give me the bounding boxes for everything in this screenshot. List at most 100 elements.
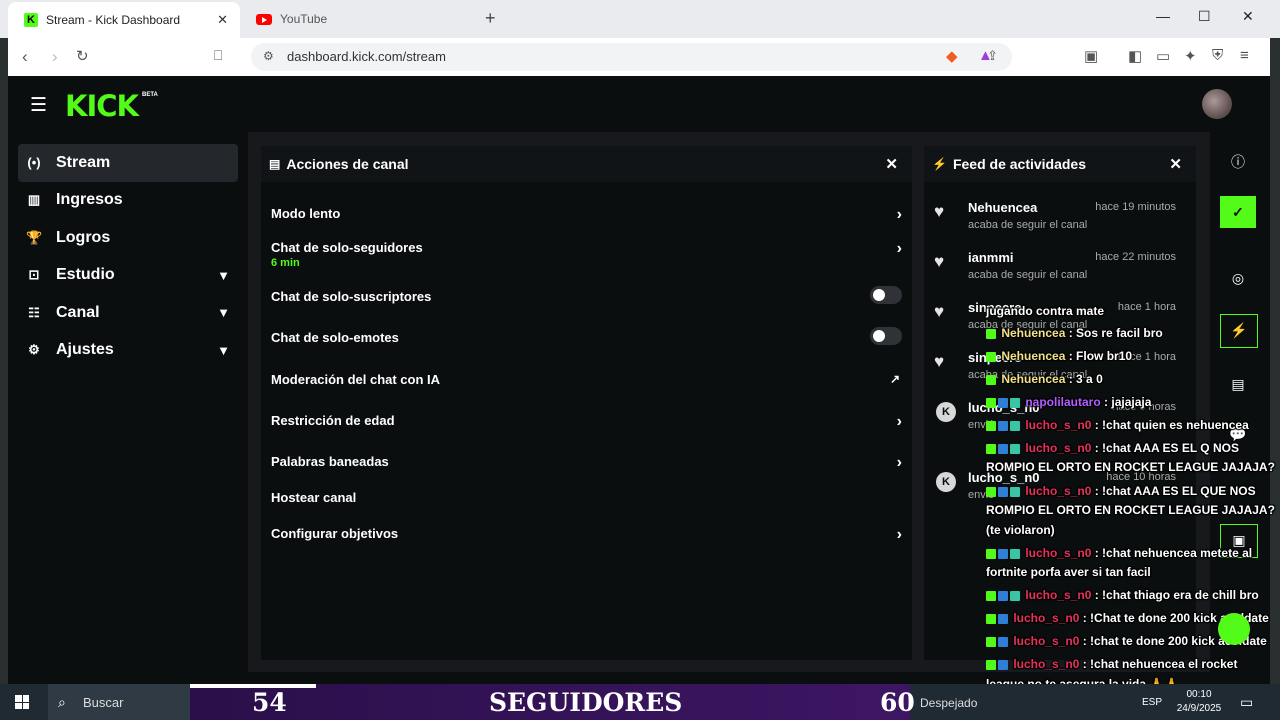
chat-line: lucho_s_n0 : !chat quien es nehuencea	[986, 416, 1280, 436]
clock-date: 24/9/2025	[1176, 703, 1222, 714]
chat-username: lucho_s_n0	[1025, 418, 1092, 432]
action-emotes-only[interactable]: Chat de solo-emotes	[271, 327, 902, 345]
action-label: Restricción de edad	[271, 413, 395, 428]
close-icon[interactable]: ✕	[885, 155, 898, 173]
brave-rewards-icon[interactable]: ▲	[978, 47, 993, 64]
window-close-button[interactable]: ✕	[1242, 8, 1254, 25]
address-bar[interactable]: ⚙ dashboard.kick.com/stream ⇪	[251, 43, 1012, 71]
chat-bubble-icon[interactable]	[1218, 613, 1250, 645]
close-icon[interactable]: ✕	[217, 12, 228, 28]
notification-icon[interactable]: ▭	[1240, 694, 1253, 711]
menu-icon[interactable]: ≡	[1240, 47, 1249, 64]
kick-badge-icon	[986, 443, 996, 454]
chat-text: fortnite porfa aver si tan facil	[986, 565, 1151, 579]
action-label: Hostear canal	[271, 490, 357, 505]
leo-icon[interactable]: ✦	[1184, 47, 1197, 65]
action-subscribers-only[interactable]: Chat de solo-suscriptores	[271, 286, 902, 304]
chat-text: : !chat quien es nehuencea	[1094, 418, 1249, 432]
maximize-button[interactable]: ☐	[1198, 8, 1211, 25]
feed-time: hace 19 minutos	[1095, 201, 1176, 213]
chat-text: : jajajaja	[1104, 395, 1152, 409]
browser-toolbar: ‹ › ↻ ⎕ ⚙ dashboard.kick.com/stream ⇪ ◆ …	[8, 38, 1270, 76]
chat-text: : 3 a 0	[1068, 372, 1103, 386]
language-indicator[interactable]: ESP	[1142, 697, 1162, 708]
chat-line: napolilautaro : jajajaja	[986, 393, 1280, 413]
close-icon[interactable]: ✕	[1169, 155, 1182, 173]
feed-username[interactable]: Nehuencea	[968, 200, 1037, 215]
action-slow-mode[interactable]: Modo lento ›	[271, 206, 902, 223]
sidebar-item-estudio[interactable]: ⊡ Estudio ▼	[18, 257, 238, 295]
check-icon[interactable]: ✓	[1220, 196, 1256, 228]
chat-text: : !chat nehuencea metete al	[1094, 546, 1253, 560]
search-placeholder[interactable]: Buscar	[83, 695, 123, 710]
camera-icon[interactable]: ◎	[1220, 262, 1256, 294]
sidebar-item-canal[interactable]: ☷ Canal ▼	[18, 294, 238, 332]
sidebar-item-logros[interactable]: 🏆 Logros	[18, 219, 238, 257]
tab-kick-dashboard[interactable]: K Stream - Kick Dashboard ✕	[8, 2, 240, 38]
minimize-button[interactable]: —	[1156, 8, 1170, 24]
feed-username[interactable]: ianmmi	[968, 250, 1014, 265]
windows-start-icon[interactable]	[15, 695, 29, 709]
action-host-channel[interactable]: Hostear canal	[271, 490, 902, 505]
gifter-badge-icon	[1010, 486, 1020, 497]
browser-tab-bar: K Stream - Kick Dashboard ✕ YouTube + — …	[0, 0, 1280, 38]
sub-badge-icon	[998, 613, 1008, 624]
sidebar-item-ajustes[interactable]: ⚙ Ajustes ▼	[18, 332, 238, 370]
wallet-icon[interactable]: ▭	[1156, 47, 1170, 65]
sub-badge-icon	[998, 590, 1008, 601]
bookmark-icon[interactable]: ⎕	[214, 47, 222, 64]
action-configure-goals[interactable]: Configurar objetivos ›	[271, 526, 902, 543]
chart-icon: ▥	[27, 192, 41, 208]
forward-icon[interactable]: ›	[52, 47, 58, 67]
chat-username: napolilautaro	[1025, 395, 1101, 409]
kick-logo[interactable]: KICK	[65, 89, 139, 123]
taskbar-clock[interactable]: 00:10 24/9/2025	[1172, 688, 1226, 716]
emotes-only-toggle[interactable]	[870, 327, 902, 345]
sidebar-item-label: Ajustes	[56, 341, 114, 359]
chevron-down-icon: ▼	[217, 342, 230, 358]
back-icon[interactable]: ‹	[22, 47, 28, 67]
action-age-restriction[interactable]: Restricción de edad ›	[271, 413, 902, 430]
sub-badge-icon	[998, 443, 1008, 454]
hamburger-menu-icon[interactable]: ☰	[30, 94, 47, 117]
chat-line: Nehuencea : 3 a 0	[986, 370, 1280, 390]
site-info-icon[interactable]: ⚙	[263, 49, 274, 63]
avatar[interactable]	[1202, 89, 1232, 119]
sidebar-item-stream[interactable]: (•) Stream	[18, 144, 238, 182]
sidebar-item-label: Ingresos	[56, 191, 123, 209]
search-icon: ⌕	[58, 694, 66, 710]
tab-title: Stream - Kick Dashboard	[46, 13, 181, 27]
action-followers-only[interactable]: Chat de solo-seguidores 6 min ›	[271, 240, 902, 269]
url-text[interactable]: dashboard.kick.com/stream	[287, 49, 446, 64]
weather-text[interactable]: Despejado	[920, 696, 977, 710]
sidebar-icon[interactable]: ◧	[1128, 47, 1142, 65]
chevron-right-icon: ›	[896, 206, 902, 223]
action-banned-words[interactable]: Palabras baneadas ›	[271, 454, 902, 471]
kick-badge-icon	[986, 659, 996, 670]
sidebar-item-ingresos[interactable]: ▥ Ingresos	[18, 182, 238, 220]
goal-target-count: 60	[880, 688, 915, 717]
action-label: Modo lento	[271, 206, 341, 221]
chat-line: lucho_s_n0 : !chat AAA ES EL Q NOS	[986, 439, 1280, 459]
bolt-icon: ⚡	[932, 157, 947, 171]
brave-shield-icon[interactable]: ◆	[946, 47, 958, 65]
external-link-icon: ↗	[889, 372, 900, 386]
chat-line: ROMPIO EL ORTO EN ROCKET LEAGUE JAJAJA?	[986, 501, 1280, 521]
chevron-right-icon: ›	[896, 526, 902, 543]
vpn-icon[interactable]: ⛨	[1212, 47, 1223, 64]
chat-text: : Flow br10	[1068, 349, 1133, 363]
tab-youtube[interactable]: YouTube	[250, 0, 470, 38]
action-ai-moderation[interactable]: Moderación del chat con IA ↗	[271, 372, 902, 387]
new-tab-button[interactable]: +	[485, 8, 496, 29]
reader-icon[interactable]: ▣	[1084, 47, 1098, 65]
chat-text: jugando contra mate	[986, 304, 1105, 318]
kick-badge-icon	[986, 397, 996, 408]
kick-icon: K	[936, 402, 956, 422]
kick-icon: K	[936, 472, 956, 492]
chat-line: lucho_s_n0 : !chat nehuencea metete al	[986, 544, 1280, 564]
subscribers-only-toggle[interactable]	[870, 286, 902, 304]
studio-icon: ⊡	[28, 267, 40, 283]
info-icon[interactable]: ⓘ	[1220, 146, 1256, 178]
beta-badge: BETA	[142, 92, 158, 98]
reload-icon[interactable]: ↻	[76, 47, 89, 65]
